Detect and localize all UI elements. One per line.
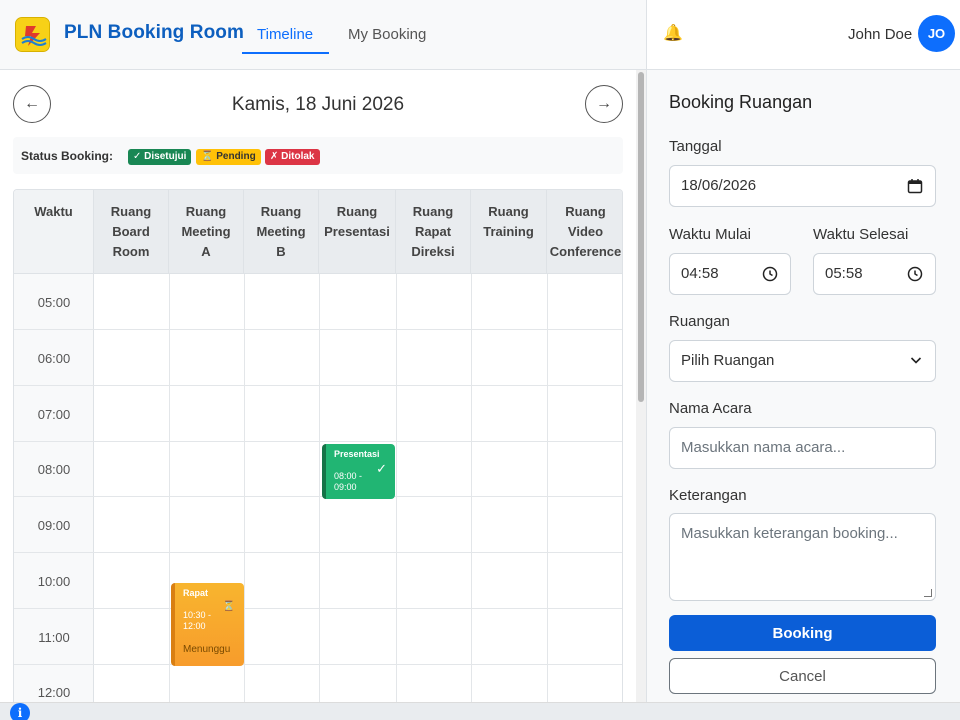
resize-handle-icon[interactable] [924,589,932,597]
room-header-line: Ruang [412,204,454,219]
bell-icon[interactable]: 🔔 [663,25,683,43]
clock-icon[interactable] [762,266,778,286]
status-legend-label: Status Booking: [21,149,113,163]
app-brand-title[interactable]: PLN Booking Room [64,22,244,44]
timeline-grid: Waktu Ruang Board Room Ruang Meeting A R… [13,189,623,702]
room-header-board-room: Ruang Board Room [94,190,169,274]
room-header-line: Ruang [336,204,378,219]
info-icon[interactable]: i [10,703,30,720]
grid-line [244,274,245,702]
room-header-line: Ruang [488,204,529,219]
room-header-training: Ruang Training [471,190,547,274]
room-header-line: Rapat [414,224,452,239]
time-label: 08:00 [37,462,71,477]
start-time-input[interactable]: 04:58 [669,253,791,295]
active-tab-indicator [242,52,329,54]
top-navbar: PLN Booking Room Timeline My Booking [0,0,646,70]
booking-event-presentasi[interactable]: Presentasi ✓ 08:00 - 09:00 [322,444,395,499]
time-label: 06:00 [37,351,71,366]
date-value: 18/06/2026 [681,177,757,194]
event-status: Menunggu [183,644,231,655]
current-date-title: Kamis, 18 Juni 2026 [231,94,405,115]
room-header-line: Ruang [110,204,152,219]
time-label: 09:00 [37,518,71,533]
event-title: Presentasi [334,449,380,459]
end-time-value: 05:58 [825,265,863,282]
notes-placeholder: Masukkan keterangan booking... [681,525,898,542]
hourglass-icon: ⏳ [222,601,235,612]
room-header-line: Presentasi [324,224,390,239]
notes-textarea[interactable]: Masukkan keterangan booking... [669,513,936,601]
cancel-button[interactable]: Cancel [669,658,936,694]
status-badge-pending: ⏳ Pending [196,149,261,165]
status-badge-approved: ✓ Disetujui [128,149,192,165]
check-icon: ✓ [376,461,387,476]
grid-line [547,274,548,702]
pln-logo-icon[interactable] [15,17,50,52]
booking-form-panel: Booking Ruangan Tanggal 18/06/2026 Waktu… [646,70,960,702]
time-column-header: Waktu [14,190,94,274]
room-header-line: Board [112,224,150,239]
room-header-line: Ruang [565,204,606,219]
booking-button[interactable]: Booking [669,615,936,651]
scrollbar-thumb[interactable] [638,72,644,402]
room-header-meeting-a: Ruang Meeting A [169,190,244,274]
room-header-line: Room [112,244,150,259]
date-label: Tanggal [669,138,722,155]
timeline-scrollbar[interactable] [636,70,646,702]
grid-line [169,274,170,702]
next-day-button[interactable]: → [585,85,623,123]
start-time-value: 04:58 [681,265,719,282]
user-avatar[interactable]: JO [918,15,955,52]
end-time-input[interactable]: 05:58 [813,253,936,295]
room-label: Ruangan [669,313,730,330]
room-header-line: Video [567,224,604,239]
end-time-label: Waktu Selesai [813,226,909,243]
calendar-icon[interactable] [907,178,923,198]
time-label: 05:00 [37,295,71,310]
room-header-line: Training [483,224,534,239]
event-title: Rapat [183,588,209,598]
tab-timeline[interactable]: Timeline [257,26,313,43]
form-title: Booking Ruangan [669,92,813,112]
chevron-down-icon[interactable] [909,353,923,371]
grid-line [396,274,397,702]
time-label: 12:00 [37,685,71,700]
grid-line [471,274,472,702]
room-header-line: B [276,244,286,259]
timeline-panel: ← Kamis, 18 Juni 2026 → Status Booking: … [0,70,646,702]
tab-my-booking[interactable]: My Booking [348,26,426,43]
notes-label: Keterangan [669,487,747,504]
date-input[interactable]: 18/06/2026 [669,165,936,207]
booking-event-rapat[interactable]: Rapat ⏳ 10:30 - 12:00 Menunggu [171,583,244,666]
room-select-value: Pilih Ruangan [681,352,775,369]
bottom-status-strip: i [0,702,960,720]
status-legend: Status Booking: ✓ Disetujui ⏳ Pending ✗ … [13,137,623,174]
room-header-line: Ruang [185,204,227,219]
room-header-presentasi: Ruang Presentasi [319,190,396,274]
room-select[interactable]: Pilih Ruangan [669,340,936,382]
room-header-line: Ruang [260,204,302,219]
user-header: 🔔 John Doe JO [646,0,960,70]
grid-line [319,274,320,702]
user-name: John Doe [848,26,913,43]
status-badge-rejected: ✗ Ditolak [265,149,320,165]
clock-icon[interactable] [907,266,923,286]
room-header-line: Direksi [411,244,455,259]
start-time-label: Waktu Mulai [669,226,751,243]
room-header-rapat-direksi: Ruang Rapat Direksi [396,190,471,274]
event-time: 10:30 - 12:00 [183,610,212,631]
time-label: 11:00 [38,630,70,645]
time-label: 07:00 [37,407,71,422]
room-header-line: Meeting [256,224,306,239]
room-header-line: Meeting [181,224,231,239]
room-header-line: Conference [549,244,622,259]
event-name-input[interactable]: Masukkan nama acara... [669,427,936,469]
time-label: 10:00 [37,574,71,589]
room-header-video-conference: Ruang Video Conference [547,190,622,274]
room-header-meeting-b: Ruang Meeting B [244,190,319,274]
room-header-line: A [201,244,211,259]
event-name-label: Nama Acara [669,400,752,417]
